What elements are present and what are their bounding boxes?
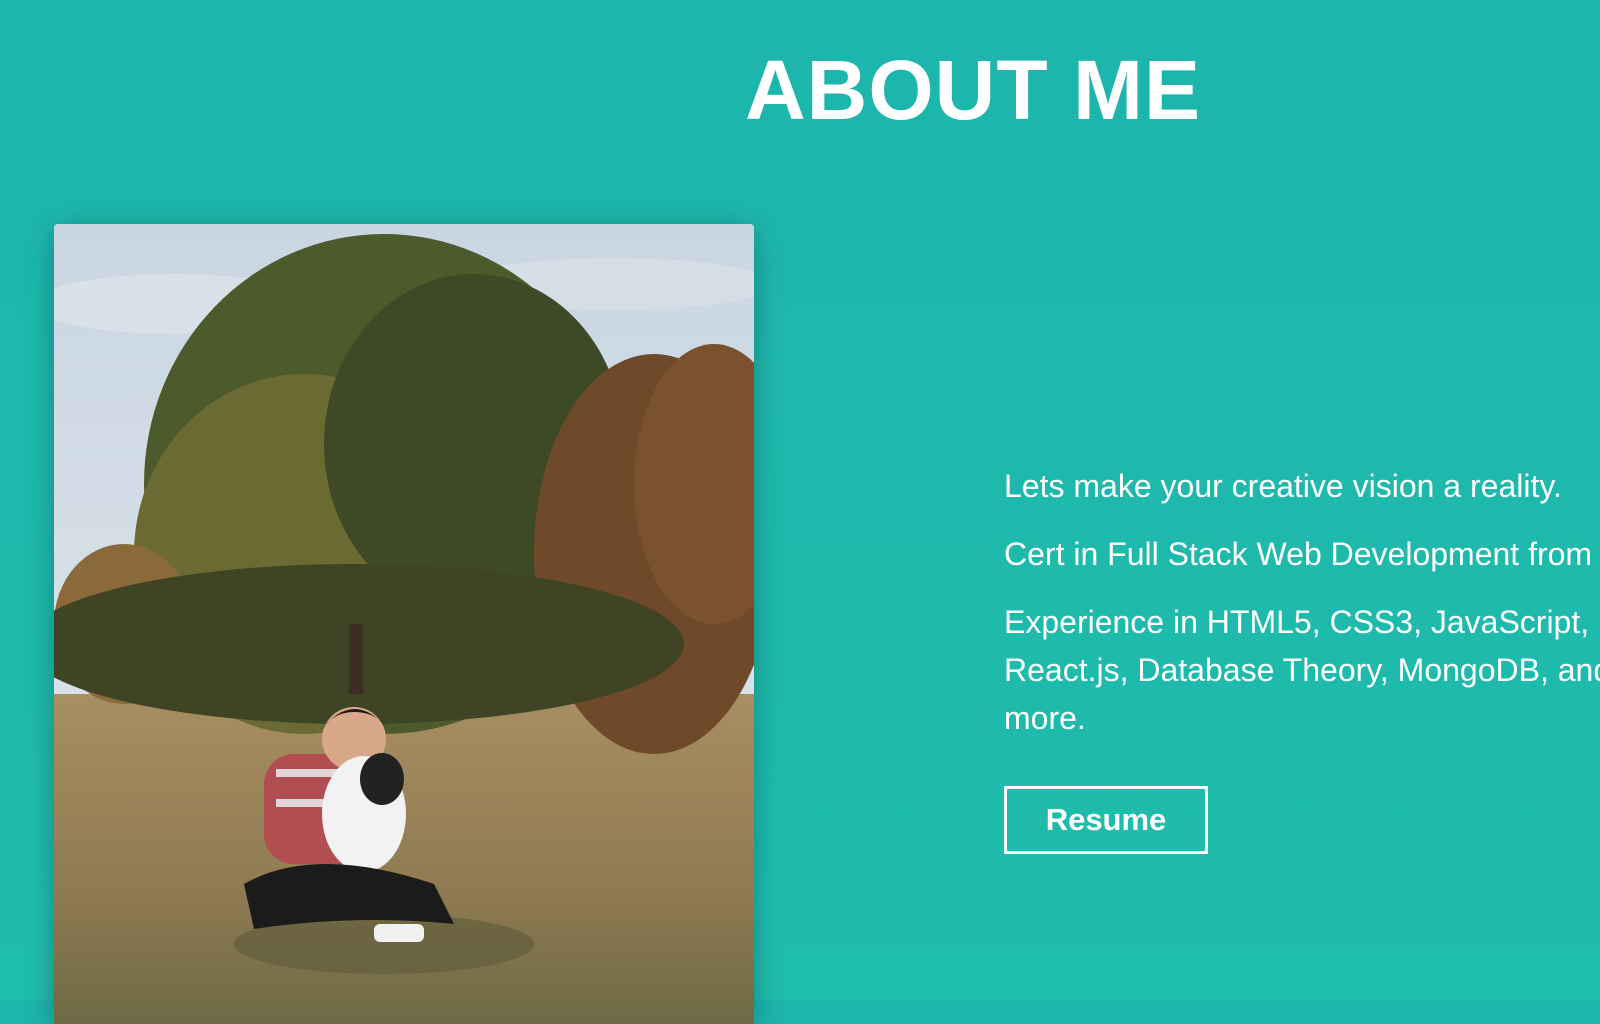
tagline: Lets make your creative vision a reality… [1004,468,1562,504]
about-description: Lets make your creative vision a reality… [1004,462,1600,762]
page-title: ABOUT ME [745,43,1201,137]
experience-text: Experience in HTML5, CSS3, JavaScript, R… [1004,604,1600,736]
certification-text: Cert in Full Stack Web Development from [1004,536,1593,572]
profile-photo [54,224,754,1024]
profile-photo-image [54,224,754,1024]
resume-button[interactable]: Resume [1004,786,1208,854]
